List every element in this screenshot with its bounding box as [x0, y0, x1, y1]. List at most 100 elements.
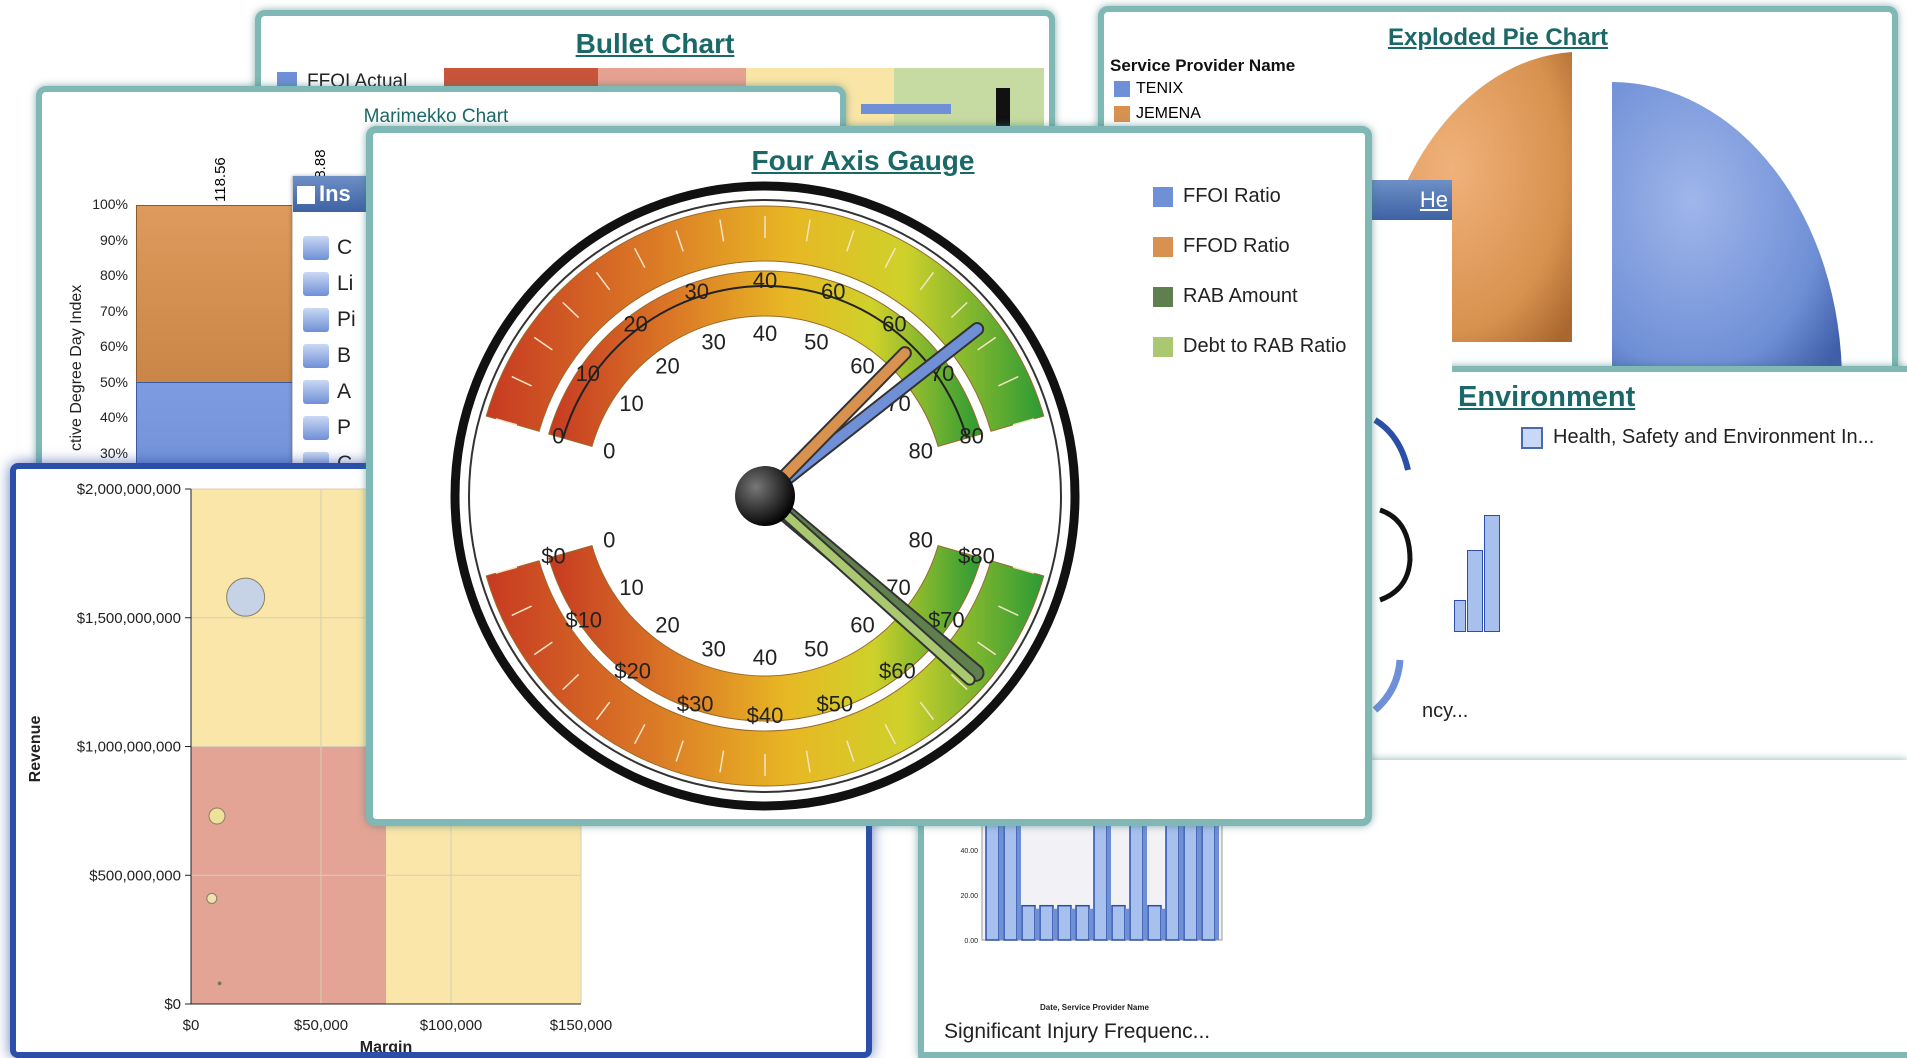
injury-ytick-label: 0.00 [964, 938, 978, 945]
scatter-point [208, 807, 226, 825]
gauge-label-upper-inner: 40 [753, 321, 777, 346]
injury-bar [1039, 904, 1054, 941]
gauge-label-upper-inner: 20 [655, 354, 679, 379]
gauge-label-lower-inner: 20 [655, 612, 679, 637]
environment-legend-label: Health, Safety and Environment In... [1553, 426, 1875, 448]
injury-caption: Significant Injury Frequenc... [944, 1020, 1211, 1043]
env-bar-2 [1467, 550, 1483, 632]
four-axis-gauge-panel: Four Axis Gauge 0 10 20 30 40 60 60 70 80 0 10 20 30… [366, 126, 1372, 826]
scatter-point [206, 892, 218, 904]
gauge-legend-label: RAB Amount [1183, 285, 1298, 307]
scatter-point [226, 577, 266, 617]
gauge-label-upper-outer: 40 [753, 268, 777, 293]
chart-type-item[interactable]: P [303, 412, 368, 448]
env-gauge-arc-2 [1379, 507, 1413, 603]
marimekko-ytick: 70% [99, 302, 128, 319]
plot-chart-icon [303, 416, 329, 441]
injury-ytick-label: 20.00 [960, 893, 978, 900]
scatter-xtick-label: $100,000 [420, 1017, 483, 1034]
chart-type-item[interactable]: A [303, 376, 368, 412]
gauge-legend-item: RAB Amount [1153, 285, 1346, 308]
pie-chart-icon [303, 308, 329, 333]
marimekko-ytick: 50% [99, 373, 128, 390]
column-chart-icon [303, 236, 329, 261]
gauge-legend-swatch [1153, 336, 1173, 357]
environment-title: Environment [1458, 381, 1636, 413]
gauge-label-lower-inner: 40 [753, 645, 777, 670]
chart-type-item[interactable]: Li [303, 268, 368, 304]
bullet-target-marker [996, 88, 1010, 128]
chart-type-item[interactable]: B [303, 340, 368, 376]
gauge-label-upper-outer: 60 [882, 311, 906, 336]
gauge-hub [735, 466, 795, 526]
gauge-label-lower-inner: 60 [850, 612, 874, 637]
gauge-label-upper-outer: 60 [821, 279, 845, 304]
gauge-label-upper-outer: 20 [623, 311, 647, 336]
gauge-label-lower-outer: $30 [677, 692, 714, 717]
insert-panel-title: Ins [319, 181, 351, 206]
injury-bar-side [1035, 908, 1039, 940]
gauge-label-lower-outer: $0 [541, 544, 565, 569]
scatter-ytick-label: $2,000,000,000 [77, 481, 181, 498]
scatter-ytick-label: $1,000,000,000 [77, 739, 181, 756]
insert-panel-icon [297, 186, 315, 205]
marimekko-ytick: 40% [99, 409, 128, 425]
injury-ytick-label: 40.00 [960, 848, 978, 855]
scatter-ytick-label: $1,500,000,000 [77, 610, 181, 627]
env-bars-svg [1372, 417, 1413, 713]
gauge-label-lower-outer: $20 [614, 659, 651, 684]
marimekko-ytick: 30% [99, 444, 128, 461]
environment-legend-swatch [1521, 426, 1543, 449]
gauge-label-lower-outer: $10 [565, 608, 602, 633]
injury-xlabel: Date, Service Provider Name [1040, 1003, 1149, 1012]
gauge-label-upper-inner: 30 [701, 329, 725, 354]
injury-bar [1021, 904, 1036, 941]
injury-bar-side [1089, 908, 1093, 940]
gauge-label-upper-outer: 80 [959, 424, 983, 449]
environment-legend: Health, Safety and Environment In... [1521, 426, 1874, 449]
gauge-legend-item: FFOI Ratio [1153, 185, 1346, 208]
chart-type-item[interactable]: Pi [303, 304, 368, 340]
marimekko-ytick: 60% [99, 338, 128, 354]
env-caption-fragment: ncy... [1422, 700, 1469, 722]
injury-bar [1111, 904, 1126, 941]
bar-chart-icon [303, 344, 329, 369]
gauge-legend-label: FFOI Ratio [1183, 185, 1281, 207]
injury-bar-side [1125, 908, 1129, 940]
chart-type-label: A [337, 380, 352, 403]
gauge-legend-swatch [1153, 236, 1173, 257]
gauge-label-upper-outer: 30 [685, 279, 709, 304]
gauge-legend-item: FFOD Ratio [1153, 235, 1346, 258]
insert-panel-header: Ins [293, 176, 368, 212]
env-header-bar: He [1370, 180, 1452, 220]
line-chart-icon [303, 272, 329, 297]
gauge-label-upper-inner: 80 [908, 438, 932, 463]
chart-type-label: P [337, 416, 352, 439]
env-gauge-arc-3 [1372, 659, 1404, 713]
chart-type-label: B [337, 344, 352, 367]
scatter-xlabel: Margin [360, 1039, 412, 1052]
injury-bar-side [1071, 908, 1075, 940]
bullet-actual-bar [861, 104, 951, 114]
scatter-ylabel: Revenue [27, 716, 44, 783]
gauge-label-upper-inner: 10 [619, 391, 643, 416]
area-chart-icon [303, 380, 329, 405]
marimekko-title: Marimekko Chart [363, 106, 509, 127]
chart-type-label: Li [337, 272, 354, 295]
gauge-legend-swatch [1153, 286, 1173, 307]
scatter-ytick-label: $0 [164, 996, 181, 1013]
gauge-label-upper-outer: 10 [576, 361, 600, 386]
marimekko-ytick: 90% [99, 231, 128, 248]
gauge-legend-label: FFOD Ratio [1183, 235, 1290, 257]
env-bar-mini-area [1452, 430, 1504, 640]
env-bar-1 [1454, 600, 1466, 632]
gauge-label-lower-inner: 0 [603, 528, 615, 553]
gauge-label-upper-outer: 0 [552, 424, 564, 449]
bullet-chart-title: Bullet Chart [575, 28, 735, 59]
gauge-legend: FFOI Ratio FFOD Ratio RAB Amount Debt to RA… [1153, 185, 1346, 385]
gauge-legend-swatch [1153, 186, 1173, 207]
gauge-label-upper-inner: 0 [603, 438, 615, 463]
chart-type-item[interactable]: C [303, 232, 368, 268]
env-gauge-arc-1 [1373, 417, 1411, 471]
injury-bar-side [1197, 814, 1201, 940]
